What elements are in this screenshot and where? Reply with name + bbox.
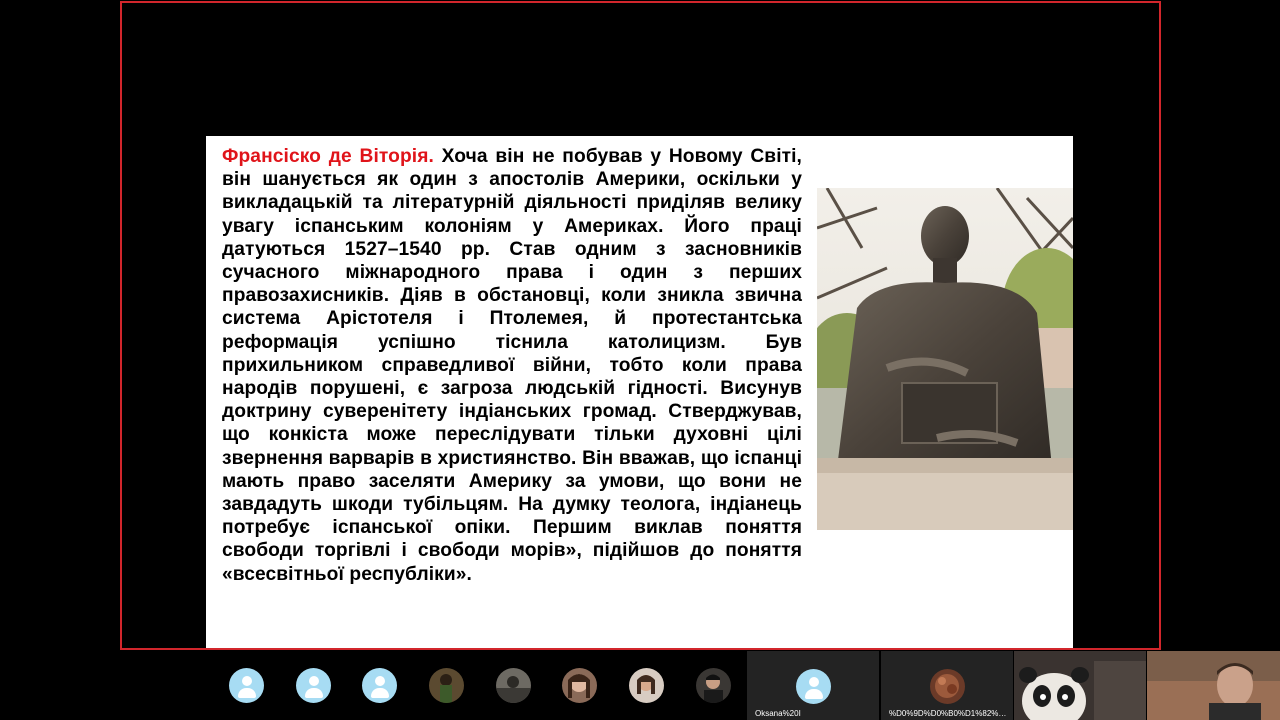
avatar: [428, 667, 464, 703]
statue-image: [817, 188, 1073, 530]
avatar: [628, 667, 664, 703]
default-avatar-icon: [361, 667, 397, 703]
slide-body-text: Хоча він не побував у Новому Світі, він …: [222, 146, 802, 585]
participant-tile-4[interactable]: [413, 650, 479, 720]
default-avatar-icon: [796, 669, 831, 704]
video-tile-panda[interactable]: [1014, 651, 1146, 720]
participant-tile-8[interactable]: [680, 650, 746, 720]
slide-heading-name: Франсіско де Віторія.: [222, 146, 434, 167]
default-avatar-icon: [228, 667, 264, 703]
camera-feed: [1147, 651, 1280, 720]
participant-tile-6[interactable]: [546, 650, 612, 720]
slide-text: Франсіско де Віторія. Хоча він не побува…: [222, 145, 802, 586]
participant-name: Oksana%20I: [755, 709, 801, 718]
default-avatar-icon: [295, 667, 331, 703]
presentation-slide: Франсіско де Віторія. Хоча він не побува…: [206, 136, 1073, 648]
avatar: [930, 669, 965, 704]
participant-tile-7[interactable]: [613, 650, 679, 720]
participant-strip: Oksana%20I %D0%9D%D0%B0%D1%82%D0%B...: [0, 650, 1280, 720]
participant-tile-1[interactable]: [213, 650, 279, 720]
participant-name: %D0%9D%D0%B0%D1%82%D0%B...: [889, 709, 1009, 718]
participant-tile-5[interactable]: [480, 650, 546, 720]
camera-feed: [1014, 651, 1146, 720]
avatar: [695, 667, 731, 703]
avatar: [561, 667, 597, 703]
avatar: [495, 667, 531, 703]
statue-photo: [817, 188, 1073, 530]
participant-tile-3[interactable]: [346, 650, 412, 720]
video-tile-camera[interactable]: [1147, 651, 1280, 720]
video-tile-encoded-name[interactable]: %D0%9D%D0%B0%D1%82%D0%B...: [881, 651, 1013, 720]
participant-tile-2[interactable]: [280, 650, 346, 720]
video-tile-oksana[interactable]: Oksana%20I: [747, 651, 879, 720]
